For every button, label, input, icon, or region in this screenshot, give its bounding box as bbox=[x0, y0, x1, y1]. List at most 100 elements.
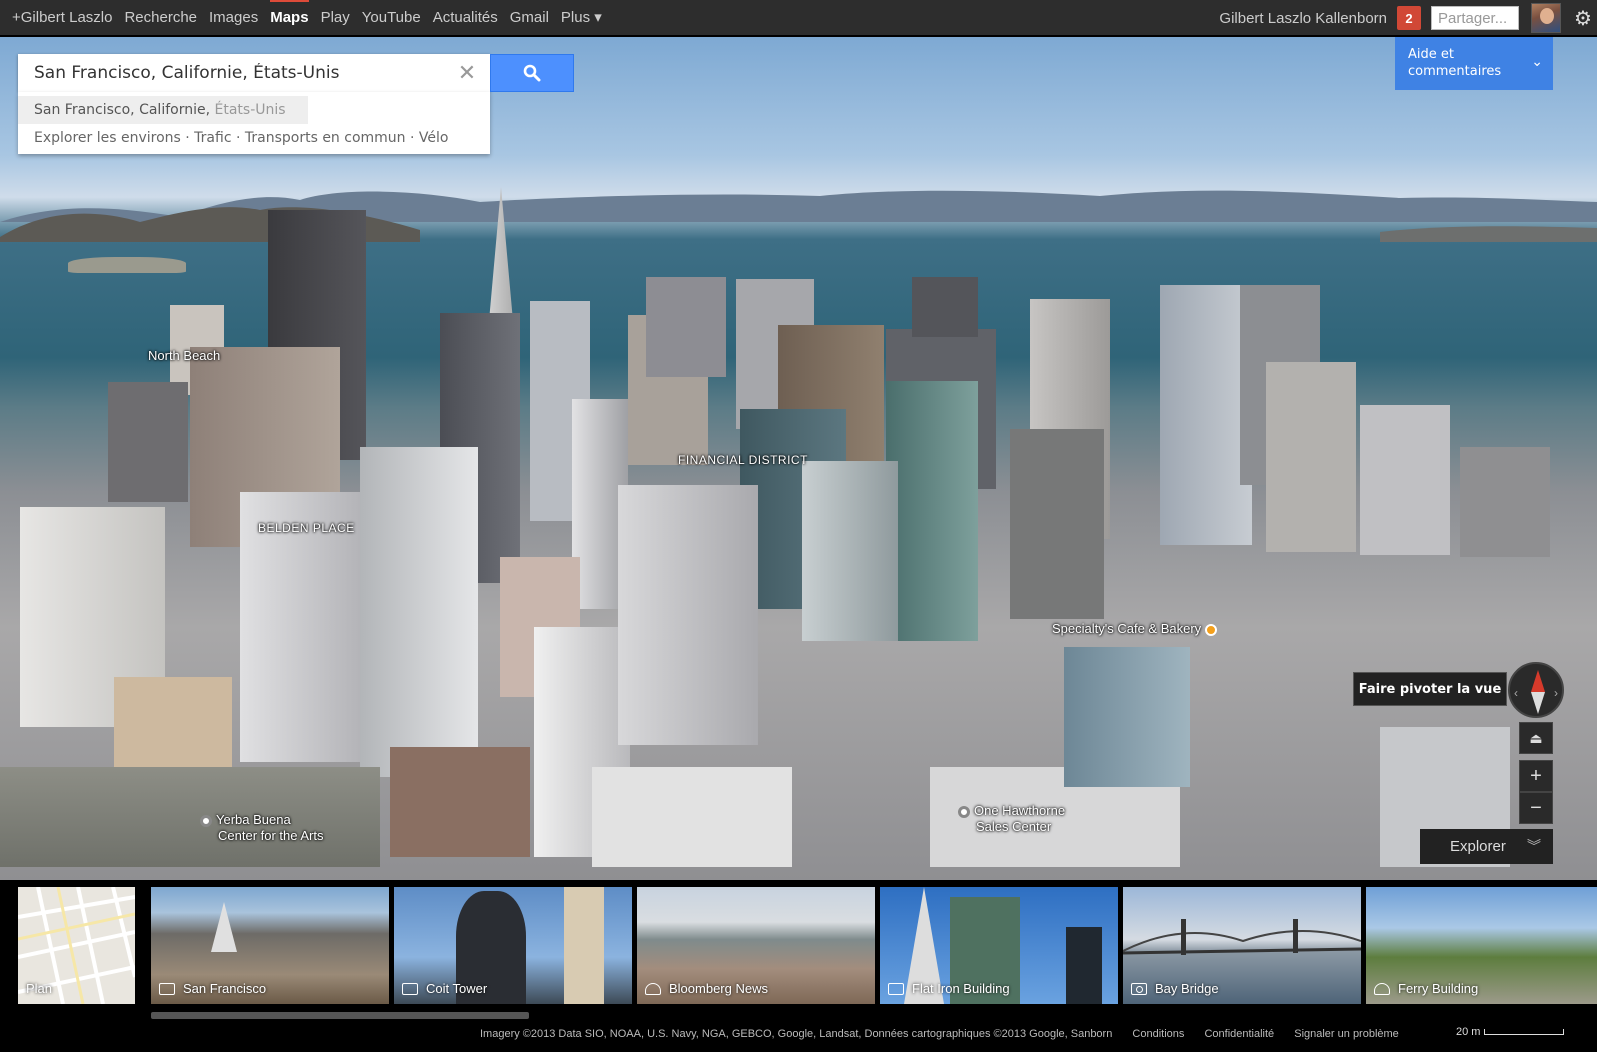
tower-silhouette bbox=[1066, 927, 1102, 1004]
building bbox=[912, 277, 978, 337]
map-footer: Imagery ©2013 Data SIO, NOAA, U.S. Navy,… bbox=[480, 1028, 1416, 1040]
specialtys-name: Specialty's Cafe & Bakery bbox=[1052, 621, 1202, 636]
caption-coit-tower: Coit Tower bbox=[426, 981, 488, 996]
caption-plan: Plan bbox=[26, 981, 53, 996]
building bbox=[592, 767, 792, 867]
clear-search-icon[interactable]: ✕ bbox=[456, 62, 478, 84]
google-bar: +Gilbert Laszlo Recherche Images Maps Pl… bbox=[0, 0, 1597, 36]
report-problem-link[interactable]: Signaler un problème bbox=[1294, 1028, 1399, 1040]
distant-hills bbox=[0, 190, 1597, 242]
carousel-item-bay-bridge[interactable]: Bay Bridge bbox=[1123, 887, 1361, 1004]
help-line1: Aide et bbox=[1408, 47, 1454, 62]
building bbox=[360, 447, 478, 777]
hawthorne-line1: One Hawthorne bbox=[974, 803, 1066, 818]
nav-search[interactable]: Recherche bbox=[118, 0, 203, 36]
rotate-right-icon[interactable]: › bbox=[1554, 686, 1558, 700]
compass-rotate-control[interactable]: ‹ › bbox=[1508, 662, 1564, 718]
explore-links[interactable]: Explorer les environs · Trafic · Transpo… bbox=[34, 130, 448, 146]
nav-youtube[interactable]: YouTube bbox=[356, 0, 427, 36]
carousel-scrollbar[interactable] bbox=[151, 1012, 529, 1019]
search-input[interactable] bbox=[18, 54, 448, 92]
carousel-caption: Ferry Building bbox=[1374, 981, 1478, 996]
place-marker-icon bbox=[958, 805, 970, 818]
building bbox=[618, 485, 758, 745]
nav-news[interactable]: Actualités bbox=[427, 0, 504, 36]
yerba-line1: Yerba Buena bbox=[216, 812, 291, 827]
google-nav: +Gilbert Laszlo Recherche Images Maps Pl… bbox=[0, 0, 608, 36]
building bbox=[886, 381, 978, 641]
building bbox=[390, 747, 530, 857]
compass-south-icon bbox=[1531, 692, 1545, 714]
label-north-beach[interactable]: North Beach bbox=[148, 348, 220, 363]
gear-icon[interactable]: ⚙ bbox=[1569, 6, 1597, 31]
notification-badge[interactable]: 2 bbox=[1397, 6, 1421, 30]
search-button[interactable] bbox=[490, 54, 574, 92]
terms-link[interactable]: Conditions bbox=[1132, 1028, 1184, 1040]
share-box[interactable]: Partager... bbox=[1431, 6, 1519, 30]
search-suggestions: San Francisco, Californie, États-Unis Ex… bbox=[18, 92, 490, 154]
carousel-item-bloomberg-news[interactable]: Bloomberg News bbox=[637, 887, 875, 1004]
account-area: Gilbert Laszlo Kallenborn 2 Partager... … bbox=[1219, 0, 1597, 36]
caption-san-francisco: San Francisco bbox=[183, 981, 267, 996]
yerba-line2: Center for the Arts bbox=[218, 828, 324, 843]
zoom-in-button[interactable]: + bbox=[1519, 760, 1553, 792]
building bbox=[1460, 447, 1550, 557]
nav-more[interactable]: Plus ▾ bbox=[555, 0, 608, 36]
nav-play[interactable]: Play bbox=[315, 0, 356, 36]
rotate-tooltip: Faire pivoter la vue bbox=[1353, 672, 1507, 706]
nav-images[interactable]: Images bbox=[203, 0, 264, 36]
label-yerba-buena[interactable]: Yerba Buena Center for the Arts bbox=[200, 812, 324, 844]
building bbox=[1360, 405, 1450, 555]
label-financial-district[interactable]: FINANCIAL DISTRICT bbox=[678, 453, 808, 467]
building bbox=[1064, 647, 1190, 787]
compass-north-icon bbox=[1531, 670, 1545, 692]
carousel-item-coit-tower[interactable]: Coit Tower bbox=[394, 887, 632, 1004]
label-specialtys[interactable]: Specialty's Cafe & Bakery bbox=[1052, 621, 1218, 636]
tilt-view-button[interactable]: ⏏ bbox=[1519, 722, 1553, 754]
caption-ferry-building: Ferry Building bbox=[1398, 981, 1479, 996]
suggestion-main: San Francisco, Californie, bbox=[34, 102, 215, 118]
rotate-left-icon[interactable]: ‹ bbox=[1514, 686, 1518, 700]
privacy-link[interactable]: Confidentialité bbox=[1204, 1028, 1274, 1040]
panorama-icon bbox=[645, 982, 661, 995]
nav-gmail[interactable]: Gmail bbox=[504, 0, 555, 36]
carousel-item-plan[interactable]: Plan bbox=[18, 887, 135, 1004]
caption-flat-iron: Flat Iron Building bbox=[912, 981, 1010, 996]
carousel-caption: Flat Iron Building bbox=[888, 981, 1010, 996]
zoom-out-button[interactable]: − bbox=[1519, 792, 1553, 824]
suggestion-item[interactable]: San Francisco, Californie, États-Unis bbox=[18, 96, 308, 124]
camera-icon bbox=[1131, 982, 1147, 995]
building bbox=[646, 277, 726, 377]
avatar[interactable] bbox=[1531, 3, 1561, 33]
chevron-down-icon: ⌄ bbox=[1531, 54, 1543, 70]
user-name[interactable]: Gilbert Laszlo Kallenborn bbox=[1219, 10, 1387, 27]
help-feedback-button[interactable]: Aide et commentaires ⌄ bbox=[1395, 37, 1553, 90]
carousel-item-flat-iron[interactable]: Flat Iron Building bbox=[880, 887, 1118, 1004]
carousel-caption: Bloomberg News bbox=[645, 981, 768, 996]
nav-gplus[interactable]: +Gilbert Laszlo bbox=[0, 0, 118, 36]
cafe-icon bbox=[1205, 623, 1218, 636]
map-scale[interactable]: 20 m bbox=[1456, 1026, 1565, 1038]
imagery-credits: Imagery ©2013 Data SIO, NOAA, U.S. Navy,… bbox=[480, 1028, 1113, 1040]
caption-bay-bridge: Bay Bridge bbox=[1155, 981, 1219, 996]
double-chevron-down-icon: ︾ bbox=[1527, 838, 1541, 854]
alcatraz-island bbox=[68, 257, 186, 273]
search-box: ✕ bbox=[18, 54, 490, 92]
panorama-icon bbox=[1374, 982, 1390, 995]
suggestion-muted: États-Unis bbox=[214, 102, 286, 118]
building bbox=[108, 382, 188, 502]
carousel-item-ferry-building[interactable]: Ferry Building bbox=[1366, 887, 1597, 1004]
label-belden-place[interactable]: BELDEN PLACE bbox=[258, 521, 355, 535]
photo-buildings bbox=[211, 902, 237, 952]
bridge-silhouette bbox=[1123, 919, 1361, 955]
photo-set-icon bbox=[159, 982, 175, 995]
building bbox=[802, 461, 898, 641]
nav-maps[interactable]: Maps bbox=[264, 0, 314, 36]
map-3d-view[interactable]: North Beach FINANCIAL DISTRICT BELDEN PL… bbox=[0, 37, 1597, 880]
explore-button[interactable]: Explorer ︾ bbox=[1420, 829, 1553, 864]
tower-silhouette bbox=[564, 887, 604, 1004]
carousel-item-san-francisco[interactable]: San Francisco bbox=[151, 887, 389, 1004]
label-one-hawthorne[interactable]: One Hawthorne Sales Center bbox=[958, 803, 1065, 835]
carousel-caption: Coit Tower bbox=[402, 981, 487, 996]
building bbox=[1010, 429, 1104, 619]
